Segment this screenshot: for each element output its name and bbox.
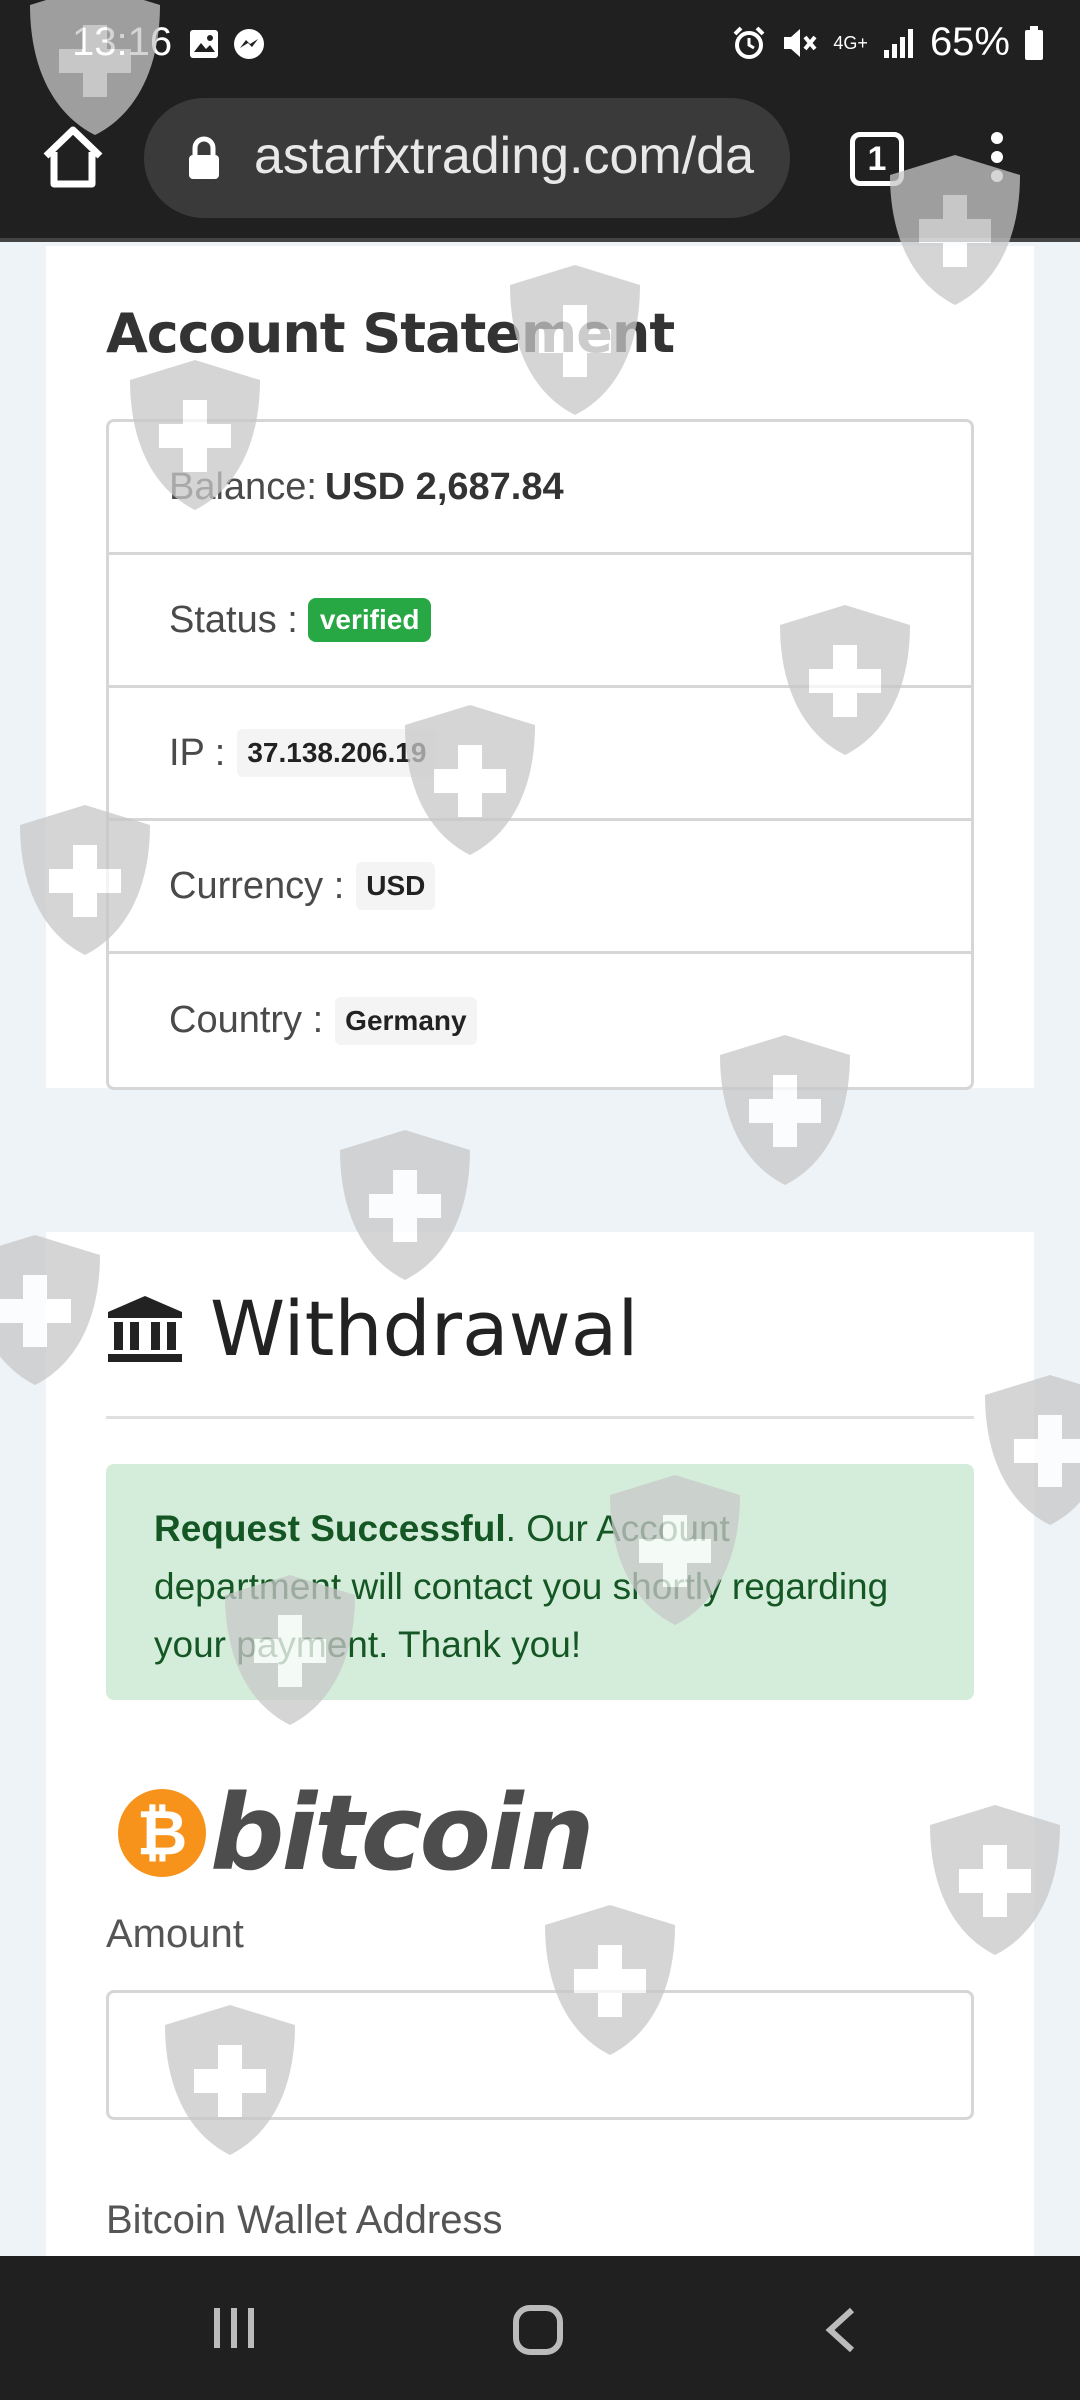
currency-row: Currency : USD — [109, 821, 971, 954]
battery-icon — [1025, 25, 1043, 60]
account-statement-card: Account Statement Balance: USD 2,687.84 … — [46, 246, 1034, 1090]
alarm-icon — [733, 26, 765, 59]
home-icon[interactable] — [38, 122, 108, 192]
divider — [106, 1416, 974, 1419]
ip-label: IP : — [169, 731, 226, 774]
system-nav-bar — [0, 2256, 1080, 2400]
image-icon — [190, 30, 218, 58]
browser-toolbar: astarfxtrading.com/da 1 — [0, 92, 1080, 242]
amount-input[interactable] — [106, 1990, 974, 2120]
recents-icon[interactable] — [210, 2306, 258, 2350]
bitcoin-logo: ₿ bitcoin — [118, 1772, 595, 1894]
country-row: Country : Germany — [109, 954, 971, 1087]
status-row: Status : verified — [109, 555, 971, 688]
currency-label: Currency : — [169, 864, 345, 907]
withdrawal-title: Withdrawal — [210, 1284, 639, 1373]
bitcoin-wordmark: bitcoin — [210, 1772, 595, 1894]
bitcoin-icon: ₿ — [118, 1789, 206, 1877]
home-nav-icon[interactable] — [512, 2304, 564, 2356]
country-label: Country : — [169, 999, 324, 1041]
battery-percent: 65% — [929, 20, 1010, 64]
wallet-address-label: Bitcoin Wallet Address — [106, 2198, 503, 2242]
balance-value: USD 2,687.84 — [324, 465, 564, 508]
status-bar: 13:16 4G+ 65% — [0, 0, 1080, 92]
statement-table: Balance: USD 2,687.84 Status : verified … — [106, 419, 974, 1090]
page-content[interactable]: Account Statement Balance: USD 2,687.84 … — [0, 246, 1080, 2256]
status-label: Status : — [169, 598, 298, 641]
ip-row: IP : 37.138.206.19 — [109, 688, 971, 821]
lock-icon — [189, 136, 219, 179]
balance-label: Balance: — [169, 465, 317, 508]
network-type: 4G+ — [833, 32, 868, 53]
address-bar[interactable]: astarfxtrading.com/da — [144, 98, 790, 218]
country-value: Germany — [335, 996, 477, 1045]
status-badge: verified — [307, 598, 432, 642]
amount-label: Amount — [106, 1912, 244, 1956]
mute-icon — [784, 28, 817, 57]
bank-icon — [108, 1295, 182, 1362]
statement-title: Account Statement — [106, 302, 675, 365]
more-vert-icon[interactable] — [982, 128, 1012, 188]
signal-icon — [883, 28, 913, 58]
currency-value: USD — [356, 862, 436, 910]
withdrawal-card: Withdrawal Request Successful. Our Accou… — [46, 1232, 1034, 2256]
status-right: 4G+ 65% — [731, 20, 1044, 65]
messenger-icon — [234, 29, 264, 59]
status-time: 13:16 — [72, 20, 173, 64]
success-alert: Request Successful. Our Account departme… — [106, 1464, 974, 1700]
url-text: astarfxtrading.com/da — [254, 127, 755, 185]
balance-row: Balance: USD 2,687.84 — [109, 422, 971, 555]
alert-strong: Request Successful — [154, 1508, 506, 1549]
back-icon[interactable] — [822, 2306, 858, 2354]
withdrawal-heading: Withdrawal — [106, 1284, 638, 1373]
tabs-icon[interactable]: 1 — [850, 132, 904, 186]
ip-value: 37.138.206.19 — [237, 729, 437, 777]
